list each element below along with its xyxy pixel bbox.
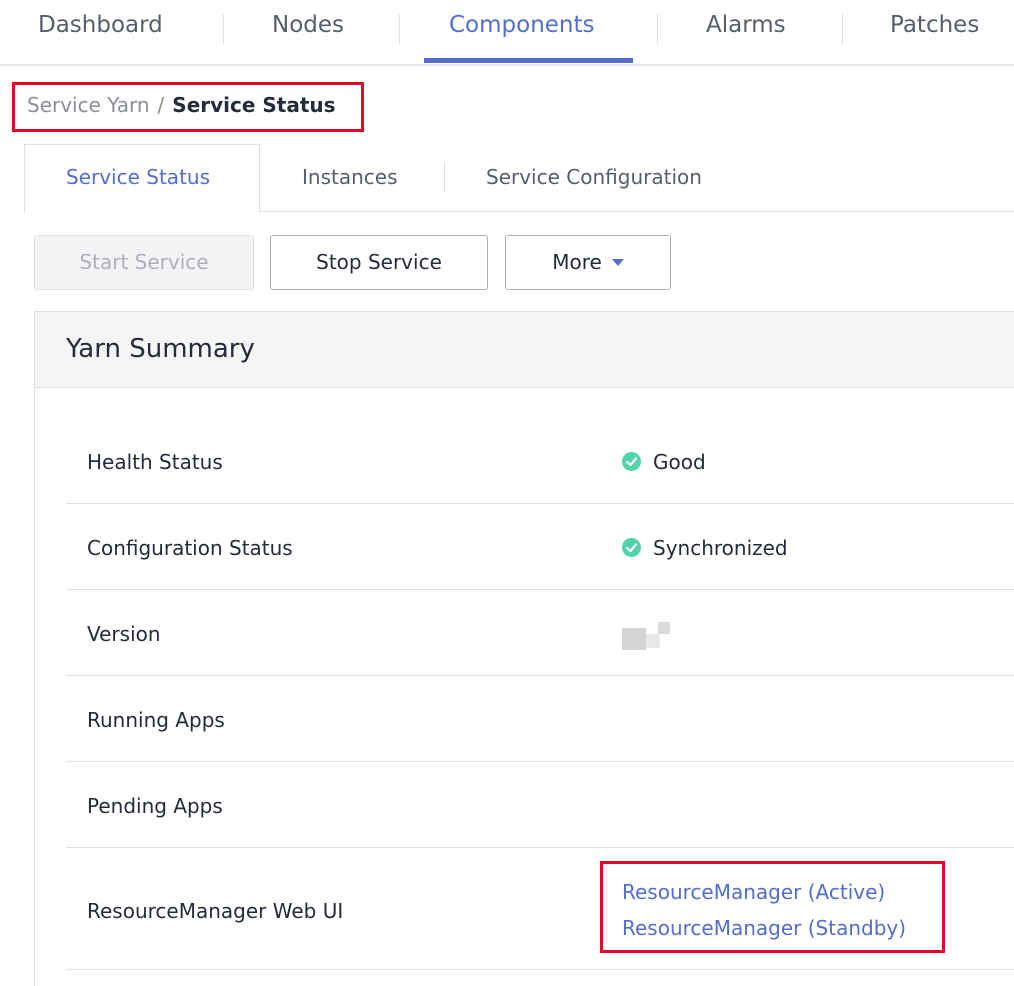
check-circle-icon	[622, 452, 641, 471]
health-status-text: Good	[653, 450, 706, 474]
pending-apps-label: Pending Apps	[87, 794, 223, 818]
tab-service-status[interactable]: Service Status	[66, 165, 210, 189]
stop-service-button[interactable]: Stop Service	[270, 235, 488, 290]
nav-tab-nodes[interactable]: Nodes	[272, 12, 344, 38]
subtab-divider	[444, 162, 445, 192]
more-button-label: More	[552, 250, 602, 274]
nav-divider	[223, 14, 224, 44]
resourcemanager-links-highlight: ResourceManager (Active) ResourceManager…	[600, 861, 945, 953]
configuration-status-value: Synchronized	[622, 536, 788, 560]
row-divider	[66, 761, 1014, 762]
row-divider	[66, 675, 1014, 676]
panel-title: Yarn Summary	[66, 334, 255, 364]
resourcemanager-active-link[interactable]: ResourceManager (Active)	[622, 880, 885, 904]
running-apps-label: Running Apps	[87, 708, 225, 732]
breadcrumb-current: Service Status	[172, 93, 336, 117]
resourcemanager-webui-label: ResourceManager Web UI	[87, 899, 344, 923]
nav-tab-dashboard[interactable]: Dashboard	[38, 12, 163, 38]
breadcrumb-trail: Service Yarn / Service Status	[27, 93, 336, 117]
nav-tab-patches[interactable]: Patches	[890, 12, 979, 38]
start-service-button[interactable]: Start Service	[34, 235, 254, 290]
row-divider	[66, 847, 1014, 848]
version-value-redacted	[622, 622, 674, 654]
service-subtabs: Service Status Instances Service Configu…	[24, 144, 1014, 213]
health-status-label: Health Status	[87, 450, 223, 474]
configuration-status-text: Synchronized	[653, 536, 788, 560]
row-divider	[66, 969, 1014, 970]
nav-divider	[399, 14, 400, 44]
configuration-status-label: Configuration Status	[87, 536, 293, 560]
breadcrumb: Service Yarn / Service Status	[12, 82, 364, 132]
version-label: Version	[87, 622, 161, 646]
resourcemanager-standby-link[interactable]: ResourceManager (Standby)	[622, 916, 906, 940]
health-status-value: Good	[622, 450, 706, 474]
row-divider	[66, 589, 1014, 590]
caret-down-icon	[611, 259, 624, 266]
breadcrumb-parent-link[interactable]: Service Yarn	[27, 93, 150, 117]
tab-instances[interactable]: Instances	[302, 165, 398, 189]
row-divider	[66, 503, 1014, 504]
nav-divider	[842, 14, 843, 44]
tab-service-configuration[interactable]: Service Configuration	[486, 165, 702, 189]
more-dropdown-button[interactable]: More	[505, 235, 671, 290]
nav-tab-components[interactable]: Components	[449, 12, 595, 38]
breadcrumb-separator: /	[157, 93, 165, 117]
active-tab-indicator	[424, 58, 633, 63]
panel-header: Yarn Summary	[35, 312, 1014, 388]
nav-tab-alarms[interactable]: Alarms	[706, 12, 786, 38]
nav-divider	[657, 14, 658, 44]
top-navigation: Dashboard Nodes Components Alarms Patche…	[0, 0, 1014, 66]
check-circle-icon	[622, 538, 641, 557]
